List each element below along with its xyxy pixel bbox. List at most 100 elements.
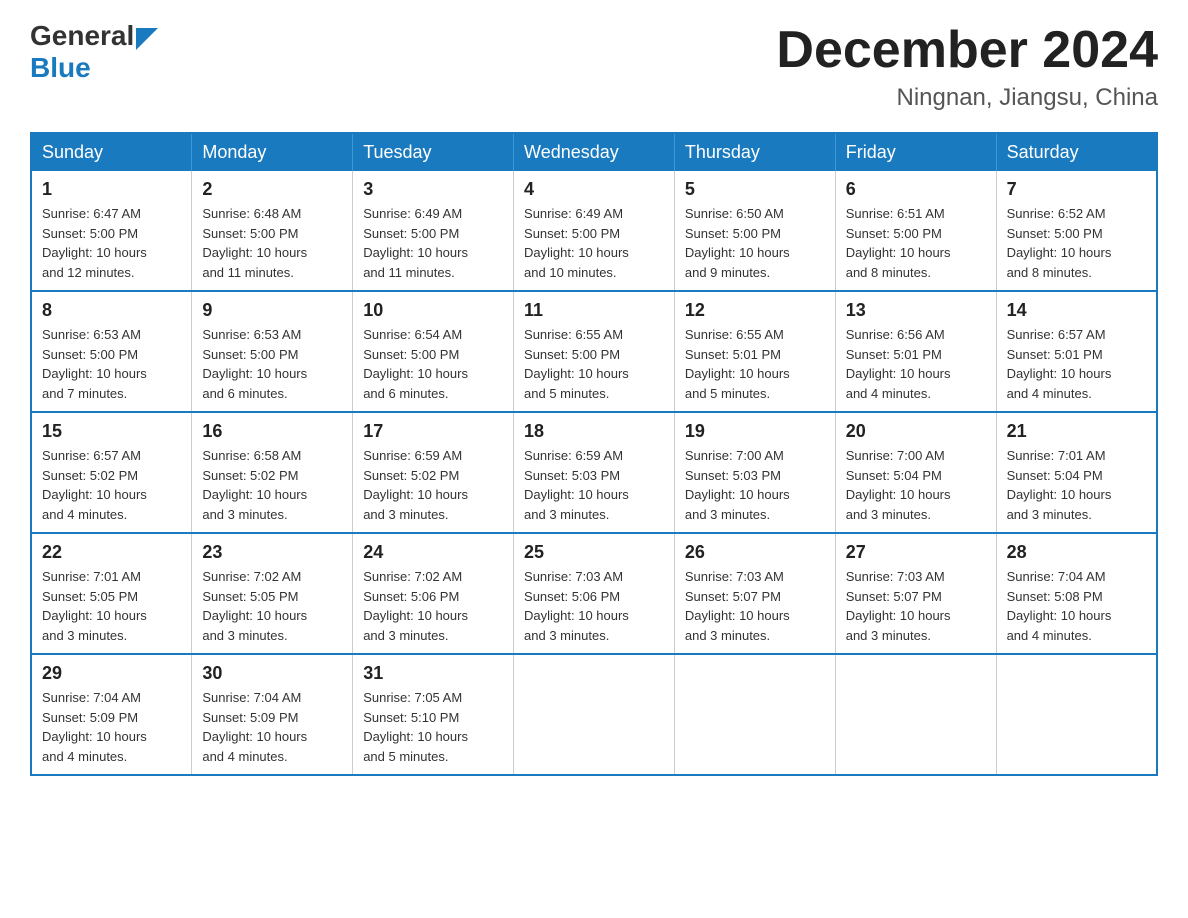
weekday-header-sunday: Sunday (31, 133, 192, 171)
day-info: Sunrise: 7:04 AMSunset: 5:09 PMDaylight:… (42, 688, 181, 766)
day-info: Sunrise: 6:56 AMSunset: 5:01 PMDaylight:… (846, 325, 986, 403)
day-info: Sunrise: 7:03 AMSunset: 5:07 PMDaylight:… (846, 567, 986, 645)
calendar-cell: 12 Sunrise: 6:55 AMSunset: 5:01 PMDaylig… (674, 291, 835, 412)
title-section: December 2024 Ningnan, Jiangsu, China (776, 20, 1158, 112)
day-info: Sunrise: 6:49 AMSunset: 5:00 PMDaylight:… (363, 204, 503, 282)
calendar-cell: 18 Sunrise: 6:59 AMSunset: 5:03 PMDaylig… (514, 412, 675, 533)
calendar-cell (674, 654, 835, 775)
page-header: General Blue December 2024 Ningnan, Jian… (30, 20, 1158, 112)
day-number: 21 (1007, 421, 1146, 442)
day-number: 5 (685, 179, 825, 200)
day-number: 26 (685, 542, 825, 563)
calendar-cell: 23 Sunrise: 7:02 AMSunset: 5:05 PMDaylig… (192, 533, 353, 654)
calendar-cell: 14 Sunrise: 6:57 AMSunset: 5:01 PMDaylig… (996, 291, 1157, 412)
calendar-week-2: 8 Sunrise: 6:53 AMSunset: 5:00 PMDayligh… (31, 291, 1157, 412)
calendar-cell: 30 Sunrise: 7:04 AMSunset: 5:09 PMDaylig… (192, 654, 353, 775)
weekday-header-monday: Monday (192, 133, 353, 171)
day-number: 19 (685, 421, 825, 442)
calendar-cell: 22 Sunrise: 7:01 AMSunset: 5:05 PMDaylig… (31, 533, 192, 654)
day-number: 2 (202, 179, 342, 200)
day-number: 25 (524, 542, 664, 563)
day-info: Sunrise: 7:02 AMSunset: 5:06 PMDaylight:… (363, 567, 503, 645)
day-number: 20 (846, 421, 986, 442)
day-info: Sunrise: 7:00 AMSunset: 5:04 PMDaylight:… (846, 446, 986, 524)
calendar-week-3: 15 Sunrise: 6:57 AMSunset: 5:02 PMDaylig… (31, 412, 1157, 533)
day-info: Sunrise: 6:53 AMSunset: 5:00 PMDaylight:… (42, 325, 181, 403)
calendar-cell: 25 Sunrise: 7:03 AMSunset: 5:06 PMDaylig… (514, 533, 675, 654)
day-number: 30 (202, 663, 342, 684)
day-info: Sunrise: 7:03 AMSunset: 5:07 PMDaylight:… (685, 567, 825, 645)
calendar-week-4: 22 Sunrise: 7:01 AMSunset: 5:05 PMDaylig… (31, 533, 1157, 654)
calendar-cell: 11 Sunrise: 6:55 AMSunset: 5:00 PMDaylig… (514, 291, 675, 412)
day-number: 13 (846, 300, 986, 321)
weekday-header-tuesday: Tuesday (353, 133, 514, 171)
calendar-cell: 26 Sunrise: 7:03 AMSunset: 5:07 PMDaylig… (674, 533, 835, 654)
calendar-cell: 9 Sunrise: 6:53 AMSunset: 5:00 PMDayligh… (192, 291, 353, 412)
day-number: 12 (685, 300, 825, 321)
day-info: Sunrise: 6:54 AMSunset: 5:00 PMDaylight:… (363, 325, 503, 403)
day-info: Sunrise: 7:04 AMSunset: 5:09 PMDaylight:… (202, 688, 342, 766)
calendar-cell (996, 654, 1157, 775)
calendar-table: SundayMondayTuesdayWednesdayThursdayFrid… (30, 132, 1158, 776)
day-info: Sunrise: 6:49 AMSunset: 5:00 PMDaylight:… (524, 204, 664, 282)
day-number: 14 (1007, 300, 1146, 321)
calendar-cell: 27 Sunrise: 7:03 AMSunset: 5:07 PMDaylig… (835, 533, 996, 654)
day-info: Sunrise: 6:48 AMSunset: 5:00 PMDaylight:… (202, 204, 342, 282)
day-info: Sunrise: 6:55 AMSunset: 5:00 PMDaylight:… (524, 325, 664, 403)
weekday-header-thursday: Thursday (674, 133, 835, 171)
day-info: Sunrise: 7:00 AMSunset: 5:03 PMDaylight:… (685, 446, 825, 524)
day-info: Sunrise: 6:58 AMSunset: 5:02 PMDaylight:… (202, 446, 342, 524)
day-number: 7 (1007, 179, 1146, 200)
day-number: 16 (202, 421, 342, 442)
calendar-cell: 17 Sunrise: 6:59 AMSunset: 5:02 PMDaylig… (353, 412, 514, 533)
calendar-cell: 16 Sunrise: 6:58 AMSunset: 5:02 PMDaylig… (192, 412, 353, 533)
day-info: Sunrise: 6:51 AMSunset: 5:00 PMDaylight:… (846, 204, 986, 282)
day-number: 22 (42, 542, 181, 563)
day-info: Sunrise: 6:53 AMSunset: 5:00 PMDaylight:… (202, 325, 342, 403)
day-info: Sunrise: 6:55 AMSunset: 5:01 PMDaylight:… (685, 325, 825, 403)
calendar-cell: 2 Sunrise: 6:48 AMSunset: 5:00 PMDayligh… (192, 171, 353, 291)
calendar-cell: 4 Sunrise: 6:49 AMSunset: 5:00 PMDayligh… (514, 171, 675, 291)
day-number: 11 (524, 300, 664, 321)
day-number: 9 (202, 300, 342, 321)
day-info: Sunrise: 7:03 AMSunset: 5:06 PMDaylight:… (524, 567, 664, 645)
day-info: Sunrise: 6:59 AMSunset: 5:03 PMDaylight:… (524, 446, 664, 524)
day-number: 23 (202, 542, 342, 563)
logo-blue-text: Blue (30, 52, 91, 84)
calendar-cell (514, 654, 675, 775)
day-info: Sunrise: 6:50 AMSunset: 5:00 PMDaylight:… (685, 204, 825, 282)
day-number: 10 (363, 300, 503, 321)
day-number: 4 (524, 179, 664, 200)
calendar-week-5: 29 Sunrise: 7:04 AMSunset: 5:09 PMDaylig… (31, 654, 1157, 775)
day-number: 17 (363, 421, 503, 442)
day-info: Sunrise: 7:01 AMSunset: 5:04 PMDaylight:… (1007, 446, 1146, 524)
calendar-cell: 19 Sunrise: 7:00 AMSunset: 5:03 PMDaylig… (674, 412, 835, 533)
calendar-week-1: 1 Sunrise: 6:47 AMSunset: 5:00 PMDayligh… (31, 171, 1157, 291)
day-number: 3 (363, 179, 503, 200)
day-number: 18 (524, 421, 664, 442)
day-info: Sunrise: 6:57 AMSunset: 5:01 PMDaylight:… (1007, 325, 1146, 403)
day-number: 27 (846, 542, 986, 563)
day-number: 31 (363, 663, 503, 684)
day-info: Sunrise: 6:47 AMSunset: 5:00 PMDaylight:… (42, 204, 181, 282)
calendar-cell: 8 Sunrise: 6:53 AMSunset: 5:00 PMDayligh… (31, 291, 192, 412)
day-info: Sunrise: 7:02 AMSunset: 5:05 PMDaylight:… (202, 567, 342, 645)
weekday-header-saturday: Saturday (996, 133, 1157, 171)
day-info: Sunrise: 6:57 AMSunset: 5:02 PMDaylight:… (42, 446, 181, 524)
calendar-cell: 20 Sunrise: 7:00 AMSunset: 5:04 PMDaylig… (835, 412, 996, 533)
day-number: 29 (42, 663, 181, 684)
calendar-cell: 24 Sunrise: 7:02 AMSunset: 5:06 PMDaylig… (353, 533, 514, 654)
day-number: 1 (42, 179, 181, 200)
day-info: Sunrise: 6:52 AMSunset: 5:00 PMDaylight:… (1007, 204, 1146, 282)
day-info: Sunrise: 7:04 AMSunset: 5:08 PMDaylight:… (1007, 567, 1146, 645)
calendar-cell: 10 Sunrise: 6:54 AMSunset: 5:00 PMDaylig… (353, 291, 514, 412)
calendar-cell (835, 654, 996, 775)
calendar-cell: 1 Sunrise: 6:47 AMSunset: 5:00 PMDayligh… (31, 171, 192, 291)
calendar-subtitle: Ningnan, Jiangsu, China (776, 84, 1158, 112)
day-number: 6 (846, 179, 986, 200)
calendar-cell: 21 Sunrise: 7:01 AMSunset: 5:04 PMDaylig… (996, 412, 1157, 533)
day-number: 24 (363, 542, 503, 563)
weekday-header-wednesday: Wednesday (514, 133, 675, 171)
day-info: Sunrise: 6:59 AMSunset: 5:02 PMDaylight:… (363, 446, 503, 524)
logo-triangle-icon (136, 28, 158, 50)
